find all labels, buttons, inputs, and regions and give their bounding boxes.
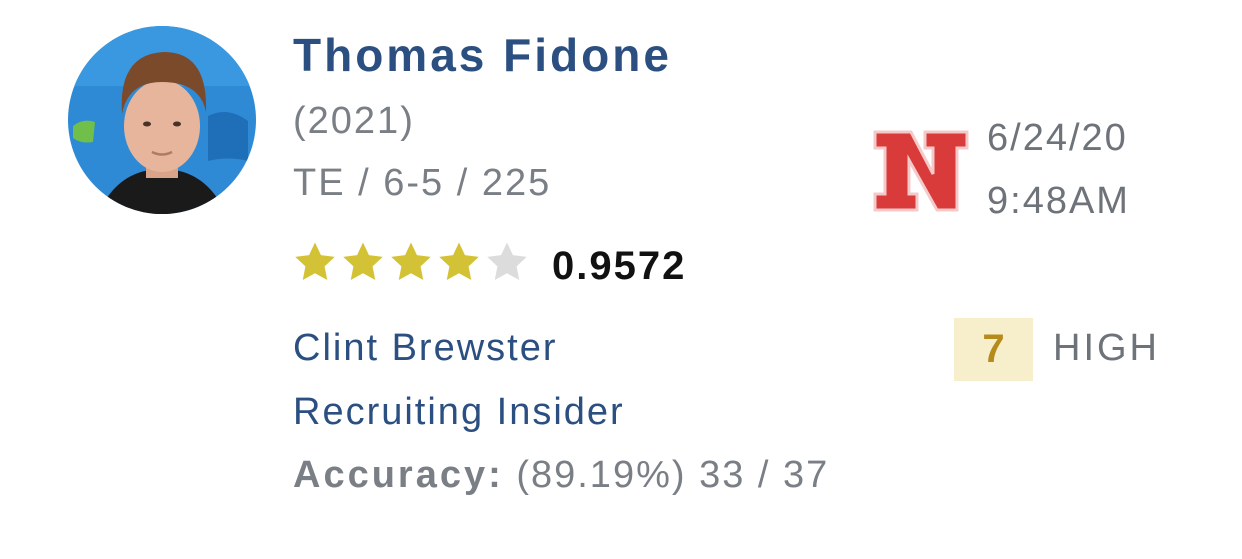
star-empty-icon bbox=[487, 242, 527, 281]
analyst-title: Recruiting Insider bbox=[293, 391, 625, 433]
accuracy-label: Accuracy: bbox=[293, 454, 504, 496]
star-filled-icon bbox=[391, 242, 431, 281]
player-rating: 0.9572 bbox=[552, 244, 687, 288]
player-avatar[interactable] bbox=[68, 26, 256, 214]
analyst-name[interactable]: Clint Brewster bbox=[293, 327, 558, 370]
class-year: (2021) bbox=[293, 100, 415, 142]
nebraska-logo-icon[interactable] bbox=[873, 128, 969, 214]
star-rating bbox=[292, 239, 530, 287]
star-filled-icon bbox=[439, 242, 479, 281]
confidence-badge: 7 bbox=[954, 318, 1033, 381]
star-filled-icon bbox=[295, 242, 335, 281]
prediction-time: 9:48AM bbox=[987, 180, 1130, 222]
player-name[interactable]: Thomas Fidone bbox=[293, 28, 672, 82]
confidence-label: HIGH bbox=[1053, 327, 1160, 369]
prediction-date: 6/24/20 bbox=[987, 117, 1128, 159]
player-headshot-icon bbox=[68, 26, 256, 214]
position-measurables: TE / 6-5 / 225 bbox=[293, 162, 552, 204]
star-filled-icon bbox=[343, 242, 383, 281]
analyst-accuracy: Accuracy: (89.19%) 33 / 37 bbox=[293, 454, 829, 497]
accuracy-value: (89.19%) 33 / 37 bbox=[516, 454, 830, 496]
